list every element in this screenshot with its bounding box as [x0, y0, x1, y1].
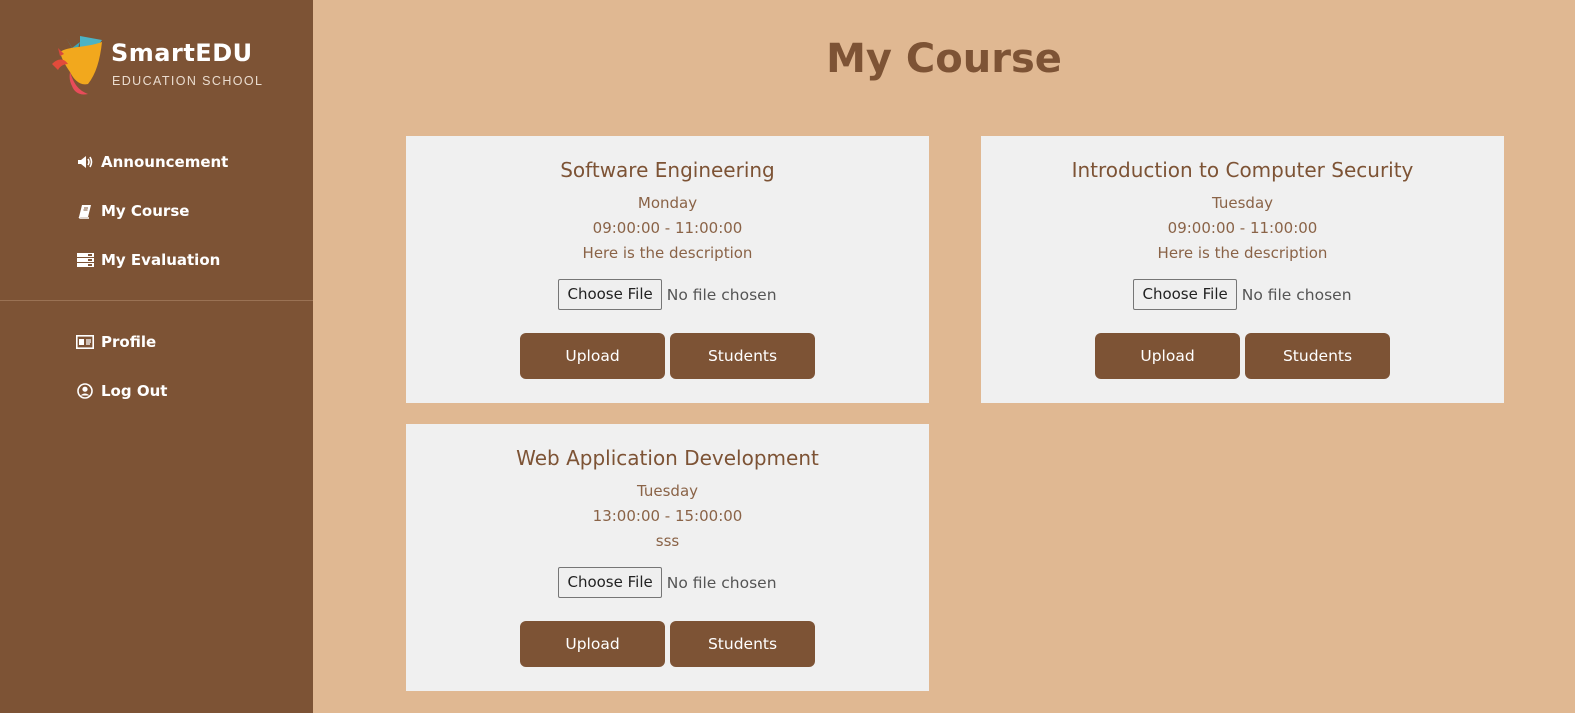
nav-item-profile[interactable]: Profile — [76, 330, 156, 354]
book-icon — [76, 202, 94, 220]
nav-label: Log Out — [101, 382, 168, 400]
course-actions: Upload Students — [406, 333, 929, 379]
nav-item-my-evaluation[interactable]: My Evaluation — [76, 248, 220, 272]
nav-item-log-out[interactable]: Log Out — [76, 379, 167, 403]
nav-item-announcement[interactable]: Announcement — [76, 150, 228, 174]
course-title: Software Engineering — [560, 158, 775, 182]
file-status: No file chosen — [1241, 285, 1352, 304]
nav-label: My Course — [101, 202, 190, 220]
course-day: Monday — [637, 194, 698, 212]
choose-file-button[interactable]: Choose File — [558, 567, 662, 598]
course-description: Here is the description — [582, 244, 753, 262]
nav-item-my-course[interactable]: My Course — [76, 199, 189, 223]
course-description: Here is the description — [1157, 244, 1328, 262]
id-card-icon — [76, 333, 94, 351]
course-time: 13:00:00 - 15:00:00 — [592, 507, 743, 525]
file-status: No file chosen — [666, 285, 777, 304]
nav-label: Profile — [101, 333, 157, 351]
course-card: Introduction to Computer Security Tuesda… — [981, 136, 1504, 403]
choose-file-button[interactable]: Choose File — [1133, 279, 1237, 310]
list-icon — [76, 251, 94, 269]
page-title: My Course — [826, 36, 1062, 82]
file-status: No file chosen — [666, 573, 777, 592]
course-card: Web Application Development Tuesday 13:0… — [406, 424, 929, 691]
file-input: Choose File No file chosen — [981, 279, 1504, 310]
course-actions: Upload Students — [406, 621, 929, 667]
students-button[interactable]: Students — [670, 333, 815, 379]
smartedu-logo-icon — [52, 36, 102, 95]
brand-logo[interactable]: SmartEDU EDUCATION SCHOOL — [50, 34, 270, 98]
brand-name: SmartEDU — [111, 39, 253, 67]
sidebar-divider — [0, 300, 313, 301]
sidebar: SmartEDU EDUCATION SCHOOL Announcement M… — [0, 0, 313, 713]
course-time: 09:00:00 - 11:00:00 — [1167, 219, 1318, 237]
students-button[interactable]: Students — [1245, 333, 1390, 379]
user-circle-icon — [76, 382, 94, 400]
megaphone-icon — [76, 153, 94, 171]
course-title: Web Application Development — [516, 446, 819, 470]
upload-button[interactable]: Upload — [520, 621, 665, 667]
students-button[interactable]: Students — [670, 621, 815, 667]
nav-label: Announcement — [101, 153, 229, 171]
course-actions: Upload Students — [981, 333, 1504, 379]
upload-button[interactable]: Upload — [520, 333, 665, 379]
course-day: Tuesday — [636, 482, 699, 500]
course-description: sss — [655, 532, 680, 550]
file-input: Choose File No file chosen — [406, 567, 929, 598]
nav-label: My Evaluation — [101, 251, 221, 269]
course-day: Tuesday — [1211, 194, 1274, 212]
brand-subtitle: EDUCATION SCHOOL — [112, 74, 264, 88]
course-time: 09:00:00 - 11:00:00 — [592, 219, 743, 237]
choose-file-button[interactable]: Choose File — [558, 279, 662, 310]
file-input: Choose File No file chosen — [406, 279, 929, 310]
upload-button[interactable]: Upload — [1095, 333, 1240, 379]
course-card: Software Engineering Monday 09:00:00 - 1… — [406, 136, 929, 403]
course-title: Introduction to Computer Security — [1071, 158, 1414, 182]
